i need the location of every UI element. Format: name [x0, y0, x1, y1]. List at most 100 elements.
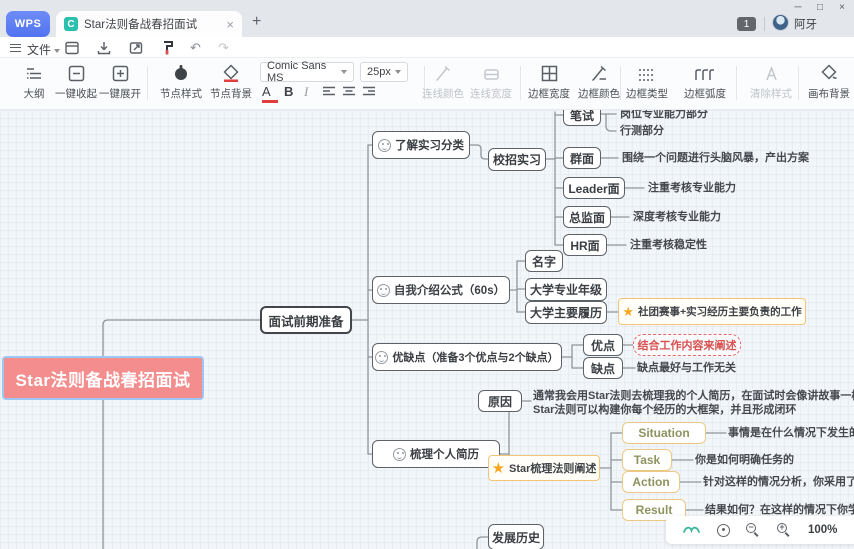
zoom-out-icon[interactable]: − — [746, 523, 761, 538]
collapse-all-button[interactable]: 一键收起 — [54, 62, 98, 101]
zoom-level-label[interactable]: 100% — [808, 524, 837, 536]
locate-center-icon[interactable] — [717, 524, 730, 537]
star-icon: ★ — [622, 305, 634, 318]
note-reason-line2[interactable]: Star法则可以构建你每个经历的大框架，并且形成闭环 — [533, 404, 796, 417]
note-hr[interactable]: 注重考核稳定性 — [630, 239, 707, 252]
bold-button[interactable]: B — [284, 84, 293, 99]
node-director-interview[interactable]: 总监面 — [563, 206, 611, 228]
font-size-select[interactable]: 25px — [360, 62, 408, 82]
bird-icon[interactable] — [682, 524, 701, 537]
node-sort-resume[interactable]: 梳理个人简历 — [372, 440, 500, 468]
file-menu[interactable]: 文件 — [27, 41, 60, 58]
chevron-down-icon — [395, 70, 401, 74]
maximize-button[interactable]: □ — [814, 2, 826, 13]
tab-close-icon[interactable]: × — [226, 18, 234, 31]
border-color-button[interactable]: 边框颜色 — [576, 62, 622, 101]
node-resume[interactable]: 大学主要履历 — [525, 301, 607, 324]
close-button[interactable]: × — [836, 2, 848, 13]
emoji-icon — [378, 139, 391, 152]
mindmap-canvas[interactable]: Star法则备战春招面试 面试前期准备 了解实习分类 校招实习 笔试 岗位专业能… — [0, 110, 854, 549]
node-prep[interactable]: 面试前期准备 — [260, 306, 352, 334]
align-center-button[interactable] — [342, 86, 356, 101]
node-name[interactable]: 名字 — [525, 250, 563, 272]
font-color-button[interactable]: A — [262, 84, 278, 103]
node-group-interview[interactable]: 群面 — [563, 147, 601, 169]
notification-badge[interactable]: 1 — [737, 17, 756, 31]
note-reason-line1[interactable]: 通常我会用Star法则去梳理我的个人简历，在面试时会像讲故事一样把我 — [533, 390, 854, 403]
emoji-icon — [393, 448, 406, 461]
emoji-icon — [375, 351, 388, 364]
node-history[interactable]: 发展历史 — [488, 524, 544, 549]
note-group[interactable]: 围绕一个问题进行头脑风暴，产出方案 — [622, 152, 809, 165]
wps-home-button[interactable]: WPS — [6, 11, 50, 37]
node-self-intro[interactable]: 自我介绍公式（60s） — [372, 276, 510, 304]
border-width-button[interactable]: 边框宽度 — [526, 62, 572, 101]
user-avatar[interactable] — [772, 14, 789, 31]
emoji-icon — [377, 284, 390, 297]
node-intern-category[interactable]: 了解实习分类 — [372, 131, 470, 159]
node-background-icon — [222, 62, 240, 82]
note-task[interactable]: 你是如何明确任务的 — [695, 454, 794, 467]
canvas-background-icon — [820, 62, 838, 82]
toolbar: 大纲 一键收起 一键展开 节点样式 节点背景 Comic Sans MS 25p… — [0, 58, 854, 110]
node-campus-intern[interactable]: 校招实习 — [488, 148, 546, 171]
outline-icon — [25, 62, 43, 82]
zoom-in-icon[interactable]: + — [777, 523, 792, 538]
outline-button[interactable]: 大纲 — [14, 62, 54, 101]
node-pros[interactable]: 优点 — [583, 334, 623, 356]
line-color-button: 连线颜色 — [420, 62, 466, 101]
italic-button[interactable]: I — [304, 84, 308, 100]
font-family-select[interactable]: Comic Sans MS — [260, 62, 354, 82]
border-type-button[interactable]: 边框类型 — [624, 62, 670, 101]
note-director[interactable]: 深度考核专业能力 — [633, 211, 721, 224]
node-leader-interview[interactable]: Leader面 — [563, 177, 625, 199]
node-task[interactable]: Task — [622, 449, 672, 471]
undo-button[interactable]: ↶ — [190, 40, 201, 56]
node-resume-highlight[interactable]: ★社团赛事+实习经历主要负责的工作 — [618, 298, 806, 325]
node-reason[interactable]: 原因 — [478, 390, 522, 412]
expand-all-button[interactable]: 一键展开 — [98, 62, 142, 101]
note-leader[interactable]: 注重考核专业能力 — [648, 182, 736, 195]
node-background-button[interactable]: 节点背景 — [206, 62, 256, 101]
username-label: 阿牙 — [794, 16, 817, 32]
mindmap-doc-icon: C — [64, 17, 78, 31]
node-style-button[interactable]: 节点样式 — [156, 62, 206, 101]
border-radius-button[interactable]: 边框弧度 — [682, 62, 728, 101]
new-tab-button[interactable]: + — [252, 13, 261, 31]
note-written-2[interactable]: 行测部分 — [620, 125, 664, 138]
node-action[interactable]: Action — [622, 471, 680, 493]
node-pros-note[interactable]: 结合工作内容来阐述 — [633, 334, 741, 356]
collapse-all-icon — [68, 62, 85, 82]
tab-title: Star法则备战春招面试 — [84, 16, 220, 32]
expand-all-icon — [112, 62, 129, 82]
toolbar-divider — [147, 66, 148, 100]
node-root[interactable]: Star法则备战春招面试 — [2, 356, 204, 400]
note-cons[interactable]: 缺点最好与工作无关 — [637, 362, 736, 375]
node-style-icon — [172, 62, 190, 82]
toolbar-divider — [520, 66, 521, 100]
note-action[interactable]: 针对这样的情况分析，你采用了什么行 — [703, 476, 854, 489]
node-situation[interactable]: Situation — [622, 422, 706, 444]
chevron-down-icon — [54, 49, 60, 53]
save-button[interactable] — [64, 40, 80, 56]
node-pros-cons[interactable]: 优缺点（准备3个优点与2个缺点） — [372, 343, 562, 371]
export-button[interactable] — [128, 40, 144, 56]
toolbar-divider — [798, 66, 799, 100]
node-cons[interactable]: 缺点 — [583, 357, 623, 379]
node-major-grade[interactable]: 大学专业年级 — [525, 278, 607, 301]
node-written-test[interactable]: 笔试 — [563, 110, 601, 126]
align-left-button[interactable] — [322, 86, 336, 101]
align-right-button[interactable] — [362, 86, 376, 101]
node-hr-interview[interactable]: HR面 — [563, 234, 607, 256]
redo-button[interactable]: ↷ — [218, 40, 229, 56]
zoom-statusbar: − + 100% — [666, 516, 854, 544]
download-button[interactable] — [96, 40, 112, 56]
note-situation[interactable]: 事情是在什么情况下发生的 — [728, 427, 854, 440]
canvas-background-button[interactable]: 画布背景 — [806, 62, 852, 101]
node-star-method[interactable]: ★Star梳理法则阐述 — [488, 455, 600, 481]
document-tab[interactable]: C Star法则备战春招面试 × — [56, 11, 242, 37]
note-written-1[interactable]: 岗位专业能力部分 — [620, 110, 708, 121]
line-color-icon — [435, 62, 452, 82]
minimize-button[interactable]: ─ — [792, 2, 804, 13]
format-painter-icon[interactable] — [160, 40, 176, 56]
